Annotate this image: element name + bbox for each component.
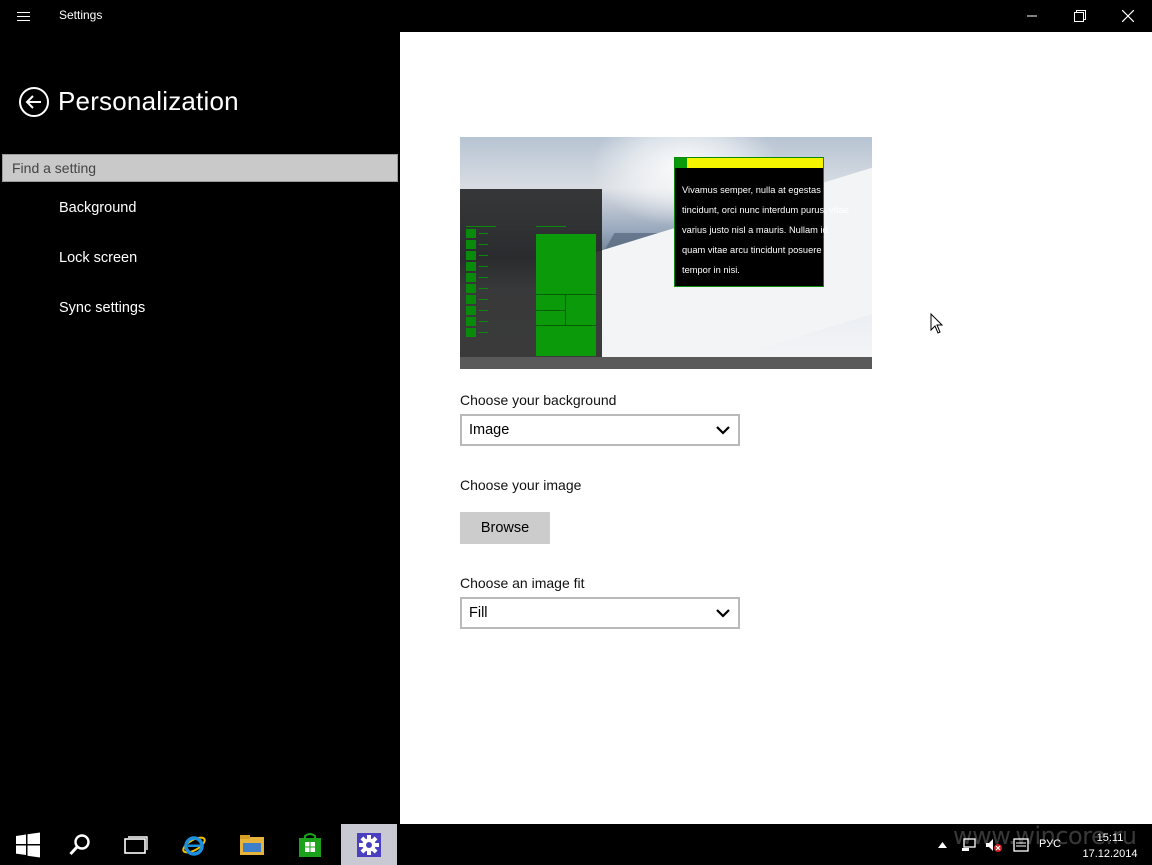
preview-start-menu [460,189,602,357]
hamburger-menu-icon[interactable] [10,6,38,26]
watermark: www.wincore.ru [953,822,1137,850]
sidebar-item-background[interactable]: Background [59,200,136,216]
internet-explorer-button[interactable] [166,824,222,865]
sidebar-item-lock-screen[interactable]: Lock screen [59,250,137,266]
chevron-up-icon [937,841,947,848]
windows-start-icon [16,832,40,857]
settings-button[interactable] [341,824,397,865]
close-button[interactable] [1104,0,1152,32]
search-button[interactable] [52,824,108,865]
preview-sample-text: Vivamus semper, nulla at egestas tincidu… [682,185,849,275]
chevron-down-icon [716,609,730,618]
sidebar-item-sync-settings[interactable]: Sync settings [59,300,145,316]
task-view-button[interactable] [108,824,164,865]
internet-explorer-icon [182,835,206,856]
back-arrow-icon[interactable] [18,86,50,118]
window-title: Settings [59,8,103,22]
task-view-icon [124,835,148,854]
settings-icon [357,832,381,857]
file-explorer-icon [240,834,264,855]
preview-app-list [466,229,488,339]
store-icon [299,832,321,857]
page-title: Personalization [58,86,239,116]
search-icon [69,833,90,855]
file-explorer-button[interactable] [224,824,280,865]
sidebar: Personalization Background Lock screen S… [0,32,400,824]
preview-tiles [536,234,596,356]
image-fit-label: Choose an image fit [460,575,585,591]
preview-taskbar [460,357,872,369]
minimize-button[interactable] [1008,0,1056,32]
chevron-down-icon [716,426,730,435]
close-icon [1122,10,1134,22]
preview-window-titlebar [675,158,823,168]
browse-button[interactable]: Browse [460,512,550,544]
search-input[interactable] [3,155,397,181]
background-label: Choose your background [460,392,617,408]
image-fit-dropdown[interactable]: Fill [460,597,740,629]
start-button[interactable] [0,824,56,865]
show-hidden-icons-button[interactable] [934,824,950,865]
main-content: Vivamus semper, nulla at egestas tincidu… [400,32,1152,824]
minimize-icon [1027,15,1037,17]
mouse-cursor-icon [930,313,944,334]
choose-image-label: Choose your image [460,477,582,493]
restore-icon [1074,10,1086,22]
restore-button[interactable] [1056,0,1104,32]
store-button[interactable] [282,824,338,865]
background-dropdown-value: Image [469,422,510,438]
preview-sample-window: Vivamus semper, nulla at egestas tincidu… [674,157,849,287]
title-bar: Settings [0,0,1152,32]
search-box[interactable] [2,154,398,182]
background-dropdown[interactable]: Image [460,414,740,446]
background-preview: Vivamus semper, nulla at egestas tincidu… [460,137,872,369]
image-fit-dropdown-value: Fill [469,605,488,621]
